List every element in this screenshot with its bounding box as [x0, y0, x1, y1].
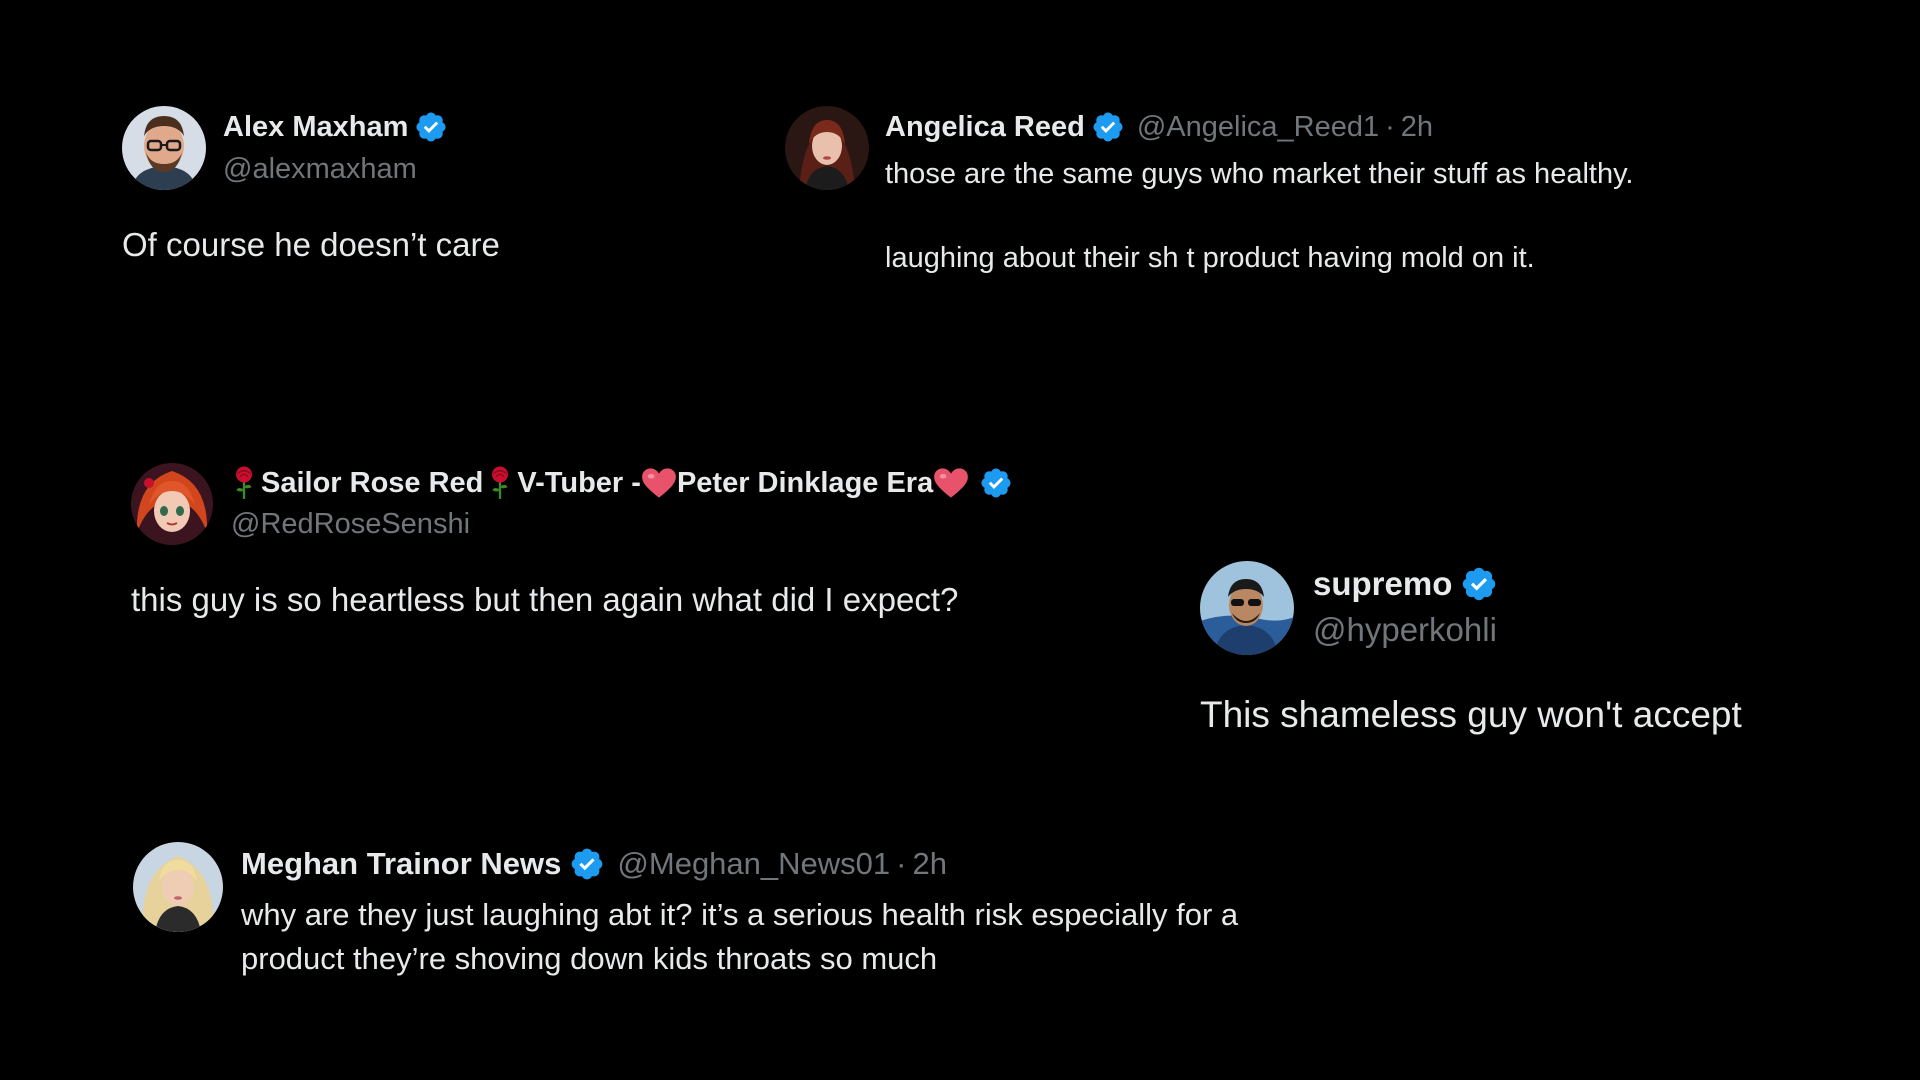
author-row: Alex Maxham	[223, 110, 448, 144]
rose-emoji	[231, 466, 257, 500]
tweet-text-line-1: those are the same guys who market their…	[885, 158, 1634, 190]
author-handle[interactable]: @alexmaxham	[223, 153, 417, 186]
separator-dot: ·	[1385, 110, 1395, 143]
author-name-part-2[interactable]: V-Tuber -	[517, 467, 641, 500]
tweet-text-line-1: why are they just laughing abt it? it’s …	[241, 897, 1239, 932]
tweet-text: This shameless guy won't accept	[1200, 694, 1742, 735]
author-name-part-1[interactable]: Sailor Rose Red	[261, 467, 483, 500]
handle-row: @RedRoseSenshi	[231, 507, 470, 541]
author-name[interactable]: supremo	[1313, 565, 1452, 603]
handle-row: @alexmaxham	[223, 152, 417, 186]
timestamp[interactable]: 2h	[912, 846, 946, 882]
avatar[interactable]	[131, 463, 213, 545]
author-name[interactable]: Meghan Trainor News	[241, 846, 561, 882]
verified-badge-icon	[1460, 565, 1498, 603]
author-handle[interactable]: @Meghan_News01	[617, 846, 890, 882]
rose-emoji	[487, 466, 513, 500]
author-row: Angelica Reed @Angelica_Reed1 · 2h	[885, 110, 1433, 144]
tweet-text-line-2: laughing about their sh t product having…	[885, 242, 1535, 274]
author-handle[interactable]: @Angelica_Reed1	[1137, 111, 1379, 144]
tweet-text: this guy is so heartless but then again …	[131, 581, 959, 618]
avatar[interactable]	[1200, 561, 1294, 655]
tweet-text: Of course he doesn’t care	[122, 226, 500, 263]
author-row: Sailor Rose Red V-Tuber - Peter Dinklage…	[231, 465, 1013, 501]
author-row: supremo	[1313, 565, 1498, 603]
author-name[interactable]: Angelica Reed	[885, 111, 1085, 144]
verified-badge-icon	[569, 846, 605, 882]
author-handle[interactable]: @RedRoseSenshi	[231, 508, 470, 541]
avatar[interactable]	[122, 106, 206, 190]
handle-row: @hyperkohli	[1313, 611, 1497, 649]
avatar[interactable]	[133, 842, 223, 932]
timestamp[interactable]: 2h	[1401, 111, 1433, 144]
avatar[interactable]	[785, 106, 869, 190]
separator-dot: ·	[896, 846, 907, 881]
verified-badge-icon	[414, 110, 448, 144]
verified-badge-icon	[979, 466, 1013, 500]
heart-emoji	[641, 467, 677, 499]
verified-badge-icon	[1091, 110, 1125, 144]
tweet-text-line-2: product they’re shoving down kids throat…	[241, 941, 938, 976]
author-handle[interactable]: @hyperkohli	[1313, 611, 1497, 649]
author-name-part-3[interactable]: Peter Dinklage Era	[677, 467, 933, 500]
author-name[interactable]: Alex Maxham	[223, 111, 408, 144]
heart-emoji	[933, 467, 969, 499]
author-row: Meghan Trainor News @Meghan_News01 · 2h	[241, 845, 947, 883]
